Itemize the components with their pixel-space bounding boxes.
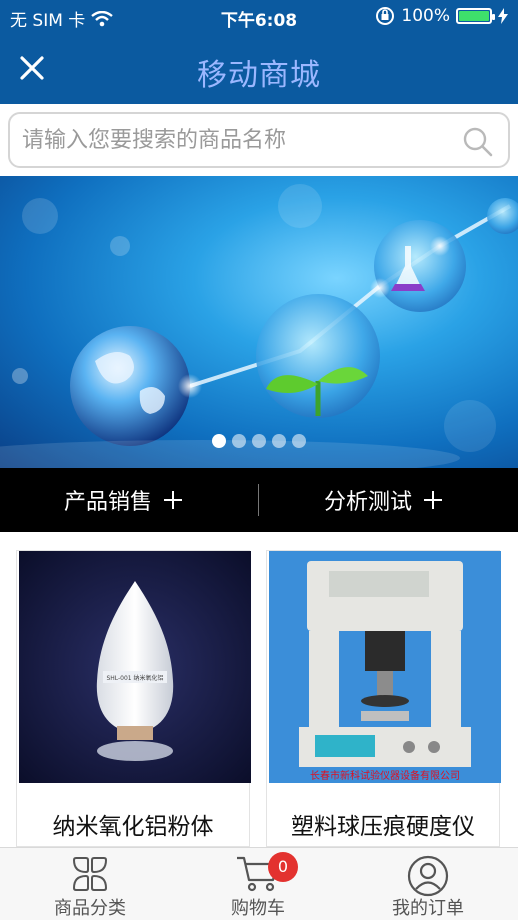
plus-icon — [164, 491, 183, 509]
battery-percent: 100% — [401, 6, 450, 26]
banner-pager[interactable] — [212, 434, 306, 448]
plus-icon — [424, 491, 443, 509]
rotation-lock-icon — [376, 7, 395, 25]
battery-fill — [459, 11, 489, 21]
charging-icon — [498, 8, 508, 24]
product-name[interactable]: 纳米氧化铝粉体 — [17, 807, 249, 841]
user-orders-icon — [407, 855, 449, 897]
battery-icon — [456, 8, 495, 24]
tab-label: 购物车 — [231, 898, 285, 919]
product-card[interactable]: 长春市新科试验仪器设备有限公司 塑料球压痕硬度仪 — [266, 550, 501, 847]
pager-dot[interactable] — [212, 434, 226, 448]
product-card[interactable]: SHL-001 纳米氧化铝 纳米氧化铝粉体 — [16, 550, 251, 847]
hardness-tester-image[interactable]: 长春市新科试验仪器设备有限公司 — [269, 551, 501, 783]
pager-dot[interactable] — [292, 434, 306, 448]
image-label: SHL-001 纳米氧化铝 — [106, 674, 163, 682]
pager-dot[interactable] — [232, 434, 246, 448]
category-grid-icon — [72, 857, 108, 891]
tab-label: 商品分类 — [54, 898, 126, 919]
category-analysis-testing[interactable]: 分析测试 — [324, 468, 444, 532]
powder-bottle-image[interactable]: SHL-001 纳米氧化铝 — [19, 551, 251, 783]
category-label: 产品销售 — [64, 490, 153, 515]
status-bar: 无 SIM 卡 下午6:08 100% — [0, 0, 518, 34]
page-title: 移动商城 — [197, 58, 321, 93]
app-header: 无 SIM 卡 下午6:08 100% 移动商城 — [0, 0, 518, 104]
product-name[interactable]: 塑料球压痕硬度仪 — [267, 807, 499, 841]
category-bar: 产品销售 分析测试 — [0, 468, 518, 532]
search-box[interactable] — [8, 112, 510, 168]
tab-bar: 商品分类 0 购物车 我的订单 — [0, 847, 518, 920]
tab-cart[interactable]: 0 购物车 — [172, 848, 344, 920]
promo-banner[interactable] — [0, 176, 518, 468]
category-label: 分析测试 — [324, 490, 413, 515]
search-icon[interactable] — [460, 124, 496, 160]
search-input[interactable] — [22, 122, 442, 158]
tab-label: 我的订单 — [392, 898, 464, 919]
image-label: 长春市新科试验仪器设备有限公司 — [310, 769, 460, 782]
nav-bar: 移动商城 — [0, 34, 518, 104]
cart-badge: 0 — [268, 852, 298, 882]
category-product-sales[interactable]: 产品销售 — [64, 468, 184, 532]
pager-dot[interactable] — [272, 434, 286, 448]
banner-illustration — [0, 184, 518, 468]
tab-my-orders[interactable]: 我的订单 — [342, 848, 514, 920]
pager-dot[interactable] — [252, 434, 266, 448]
status-right: 100% — [375, 6, 508, 26]
category-divider — [258, 484, 259, 516]
tab-categories[interactable]: 商品分类 — [4, 848, 176, 920]
